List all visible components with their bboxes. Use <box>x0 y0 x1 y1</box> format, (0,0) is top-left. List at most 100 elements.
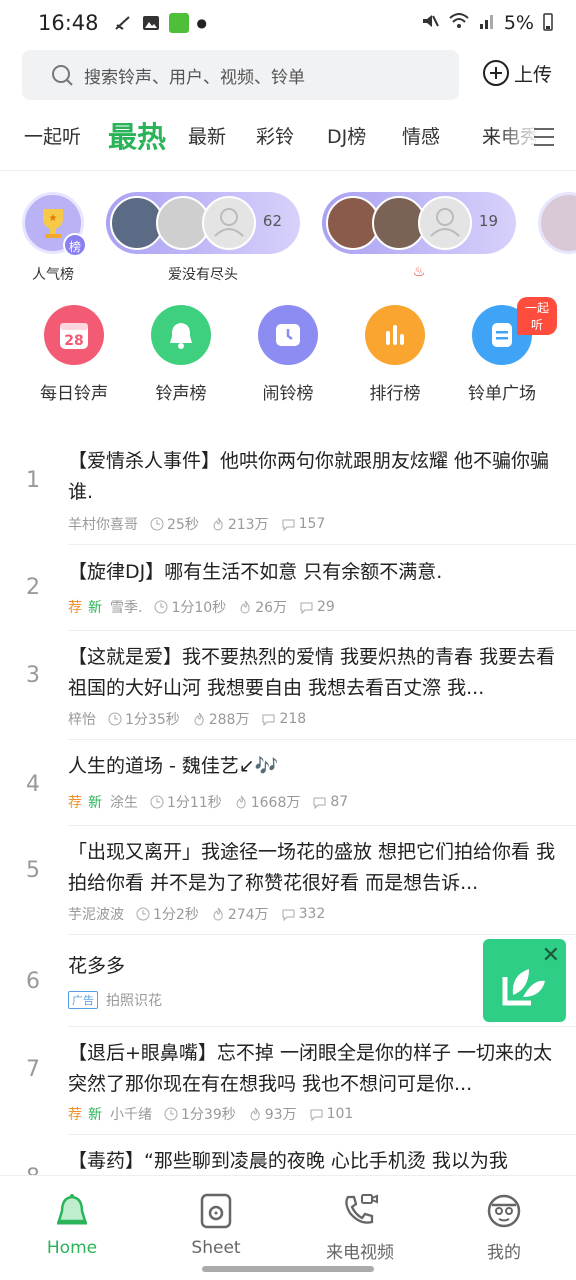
upload-label: 上传 <box>514 63 553 86</box>
ringtone-meta: 芋泥波波 1分2秒 274万 332 <box>68 904 325 924</box>
signal-icon <box>478 12 496 35</box>
story-group[interactable]: 62 <box>106 192 300 254</box>
duration: 25秒 <box>150 514 199 534</box>
nav-label: Sheet <box>191 1238 241 1258</box>
feature-grid: 28 每日铃声 铃声榜 闹铃榜 排行榜 一起听 铃单广场 <box>0 297 576 415</box>
duration: 1分39秒 <box>164 1104 236 1124</box>
list-item[interactable]: 3 【这就是爱】我不要热烈的爱情 我要炽热的青春 我要去看祖国的大好山河 我想要… <box>0 631 576 740</box>
recommend-badge: 荐 <box>68 795 82 811</box>
ringtone-title: 【这就是爱】我不要热烈的爱情 我要炽热的青春 我要去看祖国的大好山河 我想要自由… <box>68 646 556 699</box>
ringtone-title: 人生的道场 - 魏佳艺↙🎶 <box>68 755 279 777</box>
bar-chart-icon <box>365 305 425 365</box>
clock-icon <box>108 712 122 726</box>
tab-hot[interactable]: 最热 <box>108 112 166 162</box>
story-group[interactable]: 19 <box>322 192 516 254</box>
nav-label: Home <box>46 1238 98 1258</box>
menu-icon[interactable] <box>532 126 556 148</box>
home-indicator[interactable] <box>202 1266 374 1272</box>
rank-number: 1 <box>26 468 40 493</box>
new-badge: 新 <box>88 600 102 616</box>
comment-icon <box>262 714 275 726</box>
list-item[interactable]: 2 【旋律DJ】哪有生活不如意 只有余额不满意. 荐 新 雪季. 1分10秒 2… <box>0 545 576 631</box>
duration-value: 1分10秒 <box>171 600 227 616</box>
svg-text:★: ★ <box>49 213 58 224</box>
plays-value: 26万 <box>255 600 288 616</box>
flame-icon <box>213 517 223 531</box>
author: 小千绪 <box>110 1107 152 1123</box>
plus-circle-icon <box>483 60 509 86</box>
playlist-square-button[interactable]: 一起听 铃单广场 <box>447 297 557 404</box>
comments: 87 <box>312 794 348 810</box>
nav-label: 来电视频 <box>326 1243 394 1263</box>
story-avatar[interactable] <box>538 192 576 254</box>
ringtone-chart-button[interactable]: 铃声榜 <box>126 305 236 404</box>
rank-number: 8 <box>26 1165 40 1175</box>
grid-label: 每日铃声 <box>40 384 108 404</box>
nav-profile[interactable]: 我的 <box>449 1190 559 1263</box>
plays: 274万 <box>211 904 269 924</box>
plays-value: 274万 <box>227 907 269 923</box>
listen-together-tag: 一起听 <box>517 297 557 335</box>
list-item[interactable]: 8 【毒药】“那些聊到凌晨的夜晚 心比手机烫 我以为我 <box>0 1135 576 1175</box>
close-icon[interactable]: ✕ <box>542 943 560 968</box>
ringtone-title: 【毒药】“那些聊到凌晨的夜晚 心比手机烫 我以为我 <box>68 1150 508 1172</box>
tab-emotion[interactable]: 情感 <box>402 112 440 162</box>
battery-text: 5% <box>503 12 534 34</box>
tab-dj[interactable]: DJ榜 <box>327 112 366 162</box>
nav-home[interactable]: Home <box>17 1190 127 1258</box>
list-item[interactable]: 7 【退后+眼鼻嘴】忘不掉 一闭眼全是你的样子 一切来的太突然了那你现在有在想我… <box>0 1027 576 1135</box>
wifi-icon <box>448 12 470 35</box>
list-item[interactable]: 4 人生的道场 - 魏佳艺↙🎶 荐 新 涂生 1分11秒 1668万 87 <box>0 740 576 826</box>
duration: 1分35秒 <box>108 709 180 729</box>
dot-icon: ● <box>196 16 208 30</box>
profile-icon <box>449 1190 559 1232</box>
ringtone-meta: 荐 新 涂生 1分11秒 1668万 87 <box>68 792 348 812</box>
daily-ringtone-button[interactable]: 28 每日铃声 <box>19 305 129 404</box>
rank-number: 3 <box>26 663 40 688</box>
rank-badge: 榜 <box>63 233 87 257</box>
comment-icon <box>310 1109 323 1121</box>
ranking-button[interactable]: 排行榜 <box>340 305 450 404</box>
nav-call-video[interactable]: 来电视频 <box>305 1190 415 1263</box>
tab-color-ring[interactable]: 彩铃 <box>256 112 294 162</box>
user-placeholder-icon <box>418 196 472 250</box>
ad-badge: 广告 <box>68 991 98 1009</box>
story-label: 爱没有尽头 <box>168 267 238 283</box>
user-placeholder-icon <box>202 196 256 250</box>
ringtone-title: 【退后+眼鼻嘴】忘不掉 一闭眼全是你的样子 一切来的太突然了那你现在有在想我吗 … <box>68 1042 553 1095</box>
plays-value: 213万 <box>227 517 269 533</box>
tab-new[interactable]: 最新 <box>188 112 226 162</box>
upload-button[interactable]: 上传 <box>482 59 552 87</box>
duration: 1分10秒 <box>154 597 226 617</box>
clock-icon <box>150 795 164 809</box>
list-item[interactable]: 5 「出现又离开」我途径一场花的盛放 想把它们拍给你看 我拍给你看 并不是为了称… <box>0 826 576 935</box>
plays: 213万 <box>211 514 269 534</box>
comment-icon <box>282 519 295 531</box>
plays: 1668万 <box>234 792 300 812</box>
category-tabs: 一起听 最热 最新 彩铃 DJ榜 情感 来电秀 <box>0 112 576 162</box>
tab-listen-together[interactable]: 一起听 <box>24 112 81 162</box>
divider <box>0 170 576 171</box>
comment-icon <box>300 602 313 614</box>
ringtone-meta: 梓怡 1分35秒 288万 218 <box>68 709 306 729</box>
ringtone-title: 「出现又离开」我途径一场花的盛放 想把它们拍给你看 我拍给你看 并不是为了称赞花… <box>68 841 556 894</box>
bottom-nav: Home Sheet 来电视频 我的 <box>0 1175 576 1280</box>
ad-title: 花多多 <box>68 955 126 977</box>
member-count: 19 <box>478 212 498 230</box>
bell-icon <box>151 305 211 365</box>
list-item[interactable]: 1 【爱情杀人事件】他哄你两句你就跟朋友炫耀 他不骗你骗谁. 羊村你喜哥 25秒… <box>0 440 576 545</box>
comments: 218 <box>261 711 306 727</box>
comment-icon <box>313 797 326 809</box>
nav-sheet[interactable]: Sheet <box>161 1190 271 1258</box>
ad-image[interactable]: ✕ <box>483 939 566 1022</box>
popularity-rank-button[interactable]: ★ 榜 <box>22 192 87 257</box>
author: 涂生 <box>110 795 138 811</box>
new-badge: 新 <box>88 795 102 811</box>
search-input[interactable]: 搜索铃声、用户、视频、铃单 <box>22 50 459 100</box>
ringtone-meta: 羊村你喜哥 25秒 213万 157 <box>68 514 325 534</box>
alarm-chart-button[interactable]: 闹铃榜 <box>233 305 343 404</box>
new-badge: 新 <box>88 1107 102 1123</box>
notification-icon <box>113 13 133 33</box>
duration: 1分11秒 <box>150 792 222 812</box>
recommend-badge: 荐 <box>68 600 82 616</box>
